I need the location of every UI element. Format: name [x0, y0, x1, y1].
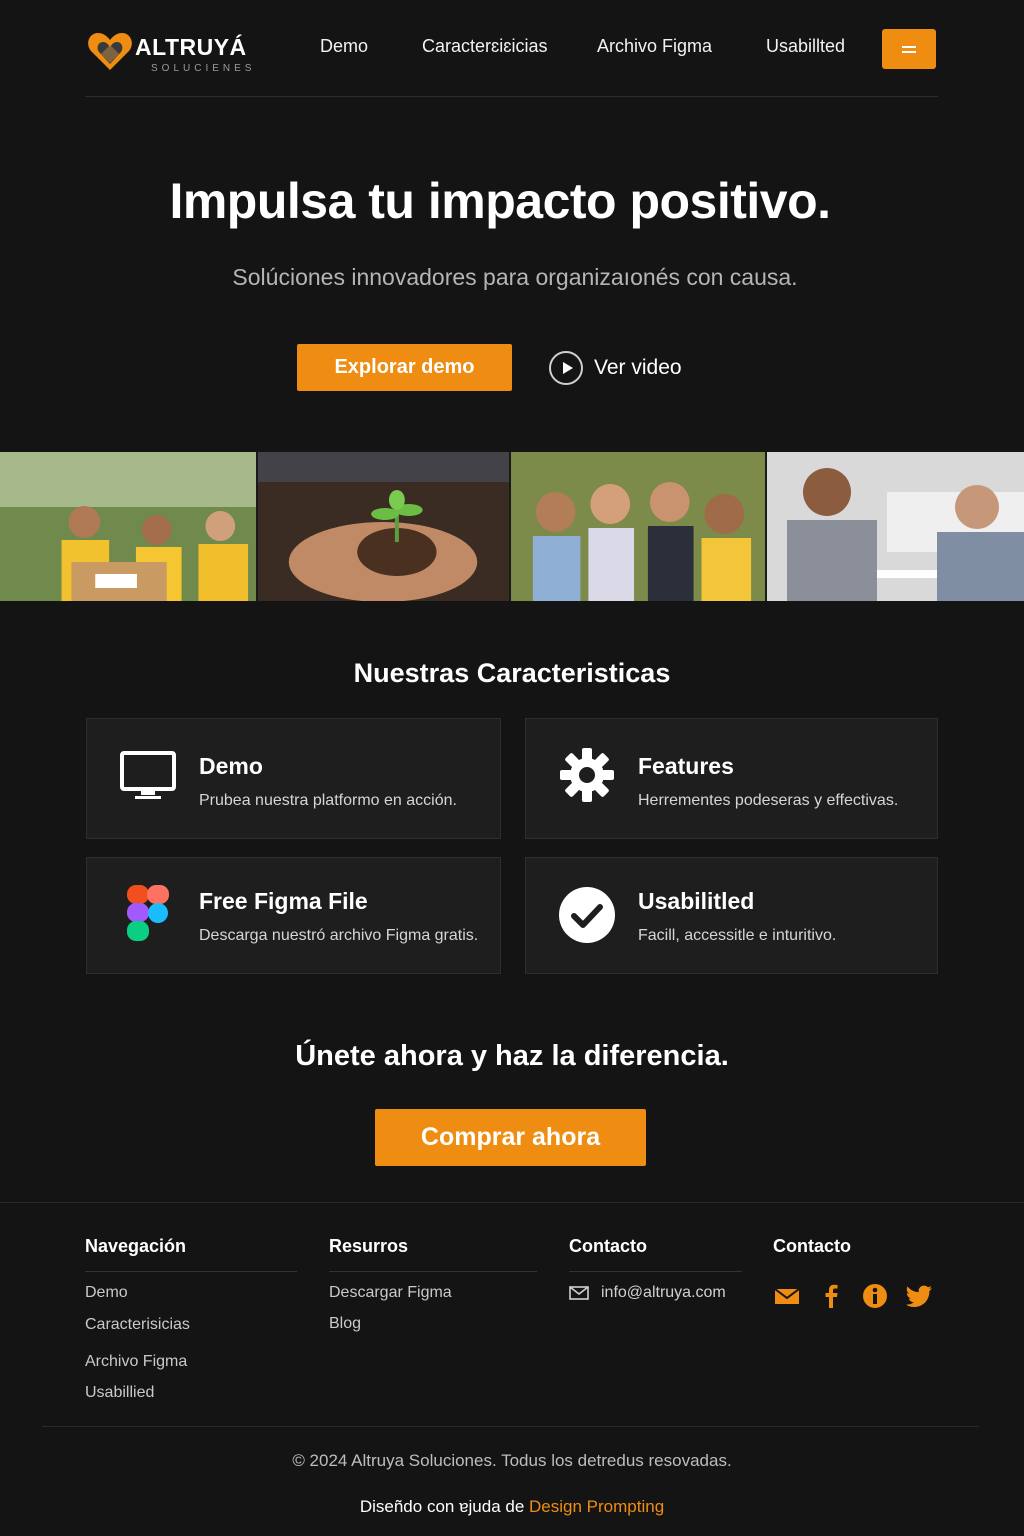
feature-card-usabilidad[interactable]: Usabilitled Facill, accessitle e inturit…	[525, 857, 938, 974]
footer-col-recursos: Resurros Descargar Figma Blog	[329, 1236, 537, 1332]
nav-archivo-figma[interactable]: Archivo Figma	[597, 36, 712, 57]
hero-title: Impulsa tu impacto positivo.	[169, 173, 831, 229]
photo-strip	[0, 452, 1024, 601]
footer-heading: Contacto	[773, 1236, 851, 1256]
twitter-icon[interactable]	[905, 1282, 933, 1310]
cta-title: Únete ahora y haz la diferencia.	[295, 1040, 729, 1072]
footer-heading: Navegación	[85, 1236, 187, 1256]
footer-heading-rule	[329, 1271, 537, 1272]
feature-card-demo[interactable]: Demo Prubea nuestra platformo en acción.	[86, 718, 501, 839]
envelope-icon	[569, 1286, 589, 1300]
meeting-photo	[767, 452, 1024, 601]
footer-heading-rule	[85, 1271, 297, 1272]
children-photo	[511, 452, 767, 601]
copyright-text: © 2024 Altruya Soluciones. Todus los det…	[292, 1451, 732, 1470]
feature-title: Free Figma File	[199, 888, 368, 914]
contact-email-text: info@altruya.com	[601, 1284, 726, 1301]
facebook-icon[interactable]	[817, 1282, 845, 1310]
credit-prefix: Diseñdo con ɐjuda de	[359, 1497, 530, 1516]
footer-col-social: Contacto	[773, 1236, 943, 1308]
explore-demo-button[interactable]: Explorar demo	[297, 344, 512, 391]
hamburger-icon	[902, 45, 916, 48]
feature-description: Prubea nuestra platformo en acción.	[199, 792, 457, 809]
feature-card-features[interactable]: Features Herrementes podeseras y effecti…	[525, 718, 938, 839]
feature-title: Demo	[199, 753, 263, 779]
contact-email[interactable]: info@altruya.com	[569, 1284, 726, 1302]
footer-heading-rule	[569, 1271, 742, 1272]
volunteers-photo	[0, 452, 258, 601]
plant-hands-photo	[258, 452, 511, 601]
buy-now-button[interactable]: Comprar ahora	[375, 1109, 646, 1166]
footer-link-archivo-figma[interactable]: Archivo Figma	[85, 1353, 187, 1371]
play-icon	[549, 351, 583, 385]
feature-description: Descarga nuestró archivo Figma gratis.	[199, 927, 479, 944]
credit-line: Diseñdo con ɐjuda de Design Prompting	[0, 1497, 1024, 1517]
social-links	[773, 1282, 933, 1310]
footer-col-navegacion: Navegación Demo Caracterisicias Archivo …	[85, 1236, 297, 1401]
site-header: ALTRUYÁ SOLUCIENES Demo Caracterɛiɛicias…	[85, 0, 938, 97]
gear-icon	[560, 748, 614, 802]
footer-link-descargar-figma[interactable]: Descargar Figma	[329, 1284, 452, 1302]
features-title: Nuestras Caracteristicas	[353, 658, 671, 688]
footer-heading: Contacto	[569, 1236, 647, 1256]
footer-divider	[0, 1202, 1024, 1203]
brand-tagline: SOLUCIENES	[151, 63, 256, 74]
mail-icon[interactable]	[773, 1282, 801, 1310]
menu-button[interactable]	[882, 29, 936, 69]
footer-heading: Resurros	[329, 1236, 409, 1256]
nav-caracteristicas[interactable]: Caracterɛiɛicias	[422, 36, 548, 57]
check-circle-icon	[559, 887, 615, 943]
main-nav: Demo Caracterɛiɛicias Archivo Figma Usab…	[85, 36, 938, 62]
footer-link-demo[interactable]: Demo	[85, 1284, 128, 1302]
feature-card-figma[interactable]: Free Figma File Descarga nuestró archivo…	[86, 857, 501, 974]
hero-subtitle: Solúciones innovadores para organizaıoné…	[232, 264, 798, 290]
info-icon[interactable]	[861, 1282, 889, 1310]
feature-description: Herrementes podeseras y effectivas.	[638, 792, 899, 809]
figma-icon	[127, 885, 169, 941]
feature-title: Usabilitled	[638, 888, 755, 914]
monitor-icon	[120, 751, 176, 799]
footer-link-usabilidad[interactable]: Usabillied	[85, 1384, 154, 1402]
footer-link-blog[interactable]: Blog	[329, 1315, 361, 1333]
footer-bottom-divider	[42, 1426, 979, 1427]
footer-col-contacto: Contacto info@altruya.com	[569, 1236, 742, 1301]
watch-video-link[interactable]: Ver video	[549, 351, 682, 385]
nav-demo[interactable]: Demo	[320, 36, 368, 57]
video-label: Ver video	[594, 356, 682, 379]
footer-link-caracteristicas[interactable]: Caracterisicias	[85, 1316, 190, 1334]
feature-description: Facill, accessitle e inturitivo.	[638, 927, 837, 944]
nav-usabilidad[interactable]: Usabillted	[766, 36, 845, 57]
feature-title: Features	[638, 753, 734, 779]
design-prompting-link[interactable]: Design Prompting	[529, 1497, 664, 1516]
